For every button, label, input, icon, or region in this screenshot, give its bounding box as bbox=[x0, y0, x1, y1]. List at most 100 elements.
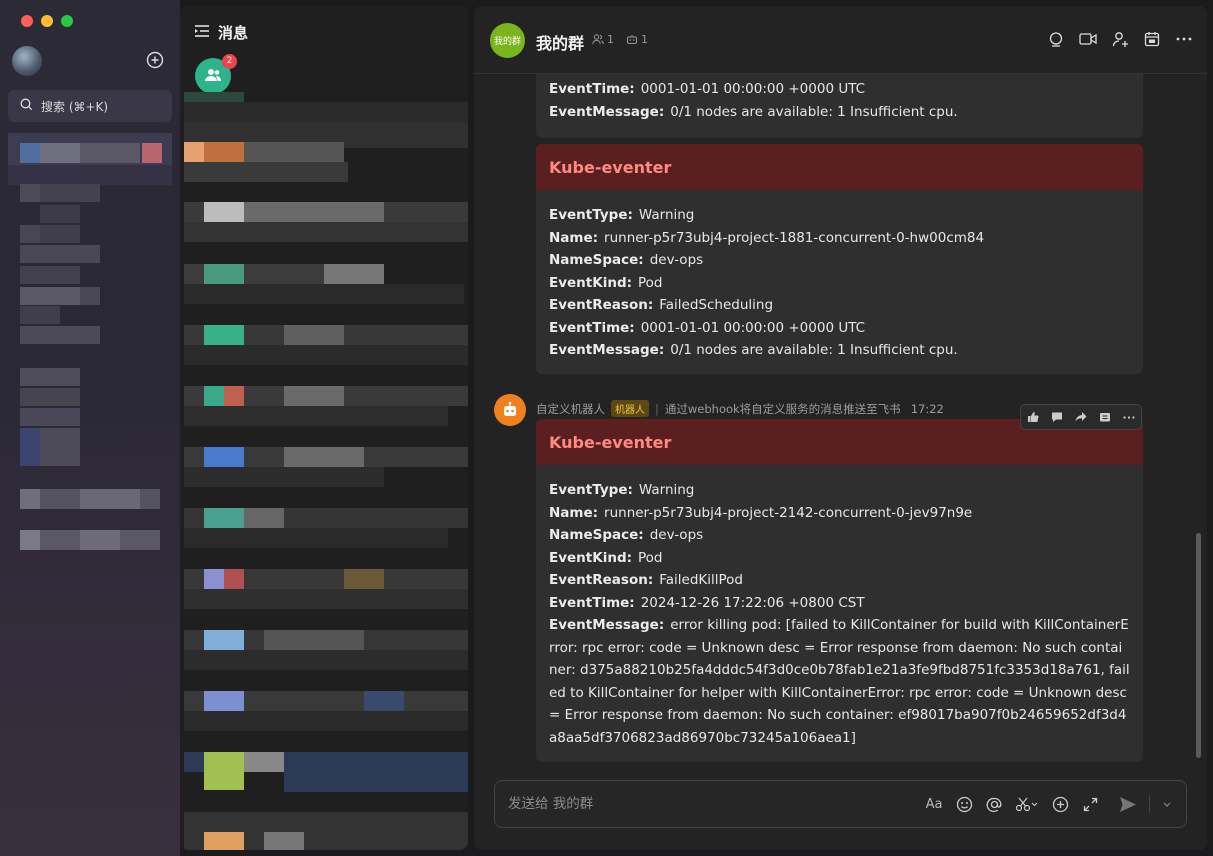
blurred-block bbox=[20, 408, 80, 426]
chat-header-tools bbox=[1047, 30, 1193, 48]
mention-icon[interactable] bbox=[985, 795, 1003, 813]
blurred-block bbox=[284, 386, 344, 406]
add-attachment-icon[interactable] bbox=[1051, 795, 1069, 813]
blurred-block bbox=[20, 184, 40, 202]
blurred-conversations bbox=[180, 92, 468, 850]
blurred-block bbox=[20, 306, 60, 324]
divider bbox=[1149, 795, 1150, 813]
card-row: EventTime: 0001-01-01 00:00:00 +0000 UTC bbox=[549, 319, 866, 336]
blurred-block bbox=[184, 222, 468, 242]
bot-avatar[interactable] bbox=[494, 394, 526, 426]
message-card[interactable]: Kube-eventer EventType: Warning Name: runn… bbox=[536, 144, 1143, 374]
blurred-block bbox=[20, 326, 100, 344]
timeline-scrollbar[interactable] bbox=[1196, 533, 1201, 758]
card-row: NameSpace: dev-ops bbox=[549, 252, 704, 268]
card-row: Name: runner-p5r73ubj4-project-2142-concu… bbox=[549, 504, 973, 521]
card-row: EventMessage: 0/1 nodes are available: 1 … bbox=[549, 342, 958, 358]
group-filter-button[interactable]: 2 bbox=[195, 54, 237, 94]
card-row: EventReason: FailedScheduling bbox=[549, 297, 774, 313]
blurred-block bbox=[184, 528, 448, 548]
blurred-block bbox=[244, 142, 344, 162]
blurred-block bbox=[204, 832, 244, 850]
group-avatar[interactable]: 我的群 bbox=[490, 23, 525, 58]
blurred-block bbox=[284, 447, 364, 467]
sender-description: 通过webhook将自定义服务的消息推送至飞书 bbox=[664, 401, 901, 416]
message-input[interactable] bbox=[508, 796, 908, 812]
forward-icon[interactable] bbox=[1073, 409, 1089, 425]
text-format-icon[interactable]: Aa bbox=[925, 795, 943, 813]
blurred-block bbox=[20, 143, 40, 163]
chat-search-icon[interactable] bbox=[1047, 30, 1065, 48]
sender-name[interactable]: 自定义机器人 bbox=[536, 401, 605, 417]
bot-tag: 机器人 bbox=[611, 400, 649, 417]
blurred-block bbox=[184, 406, 448, 426]
card-body: EventType: Warning Name: runner-p5r73ubj4-… bbox=[536, 190, 1143, 372]
card-row: EventMessage: error killing pod: [failed … bbox=[549, 617, 1130, 746]
emoji-icon[interactable] bbox=[955, 795, 973, 813]
blurred-block bbox=[224, 569, 244, 589]
reply-icon[interactable] bbox=[1049, 409, 1065, 425]
blurred-block bbox=[184, 162, 348, 182]
bot-icon bbox=[627, 35, 637, 44]
more-options-icon[interactable] bbox=[1175, 30, 1193, 48]
blurred-block bbox=[80, 143, 140, 163]
blurred-block bbox=[184, 650, 468, 670]
blurred-block bbox=[184, 467, 384, 487]
chat-title[interactable]: 我的群 bbox=[536, 30, 584, 54]
message-card-partial: EventTime: 0001-01-01 00:00:00 +0000 UTC … bbox=[536, 74, 1143, 138]
blurred-block bbox=[20, 489, 40, 509]
card-row: EventReason: FailedKillPod bbox=[549, 572, 744, 588]
blurred-block bbox=[204, 202, 244, 222]
card-row: EventTime: 2024-12-26 17:22:06 +0800 CST bbox=[549, 594, 865, 611]
blurred-navigation bbox=[0, 0, 180, 856]
chat-header: 我的群 我的群 1 1 bbox=[474, 6, 1207, 74]
thumbs-up-icon[interactable] bbox=[1025, 409, 1041, 425]
video-call-icon[interactable] bbox=[1079, 30, 1097, 48]
chat-panel: 我的群 我的群 1 1 EventTime: 0001-01-01 00:00:0… bbox=[474, 6, 1207, 850]
send-icon[interactable] bbox=[1119, 795, 1137, 813]
card-title: Kube-eventer bbox=[536, 144, 1143, 190]
blurred-block bbox=[20, 245, 100, 263]
blurred-block bbox=[184, 345, 468, 365]
more-actions-icon[interactable] bbox=[1121, 409, 1137, 425]
blurred-block bbox=[20, 225, 40, 243]
add-member-icon[interactable] bbox=[1111, 30, 1129, 48]
blurred-block bbox=[224, 386, 244, 406]
collapse-list-icon[interactable] bbox=[194, 24, 210, 42]
message-card[interactable]: Kube-eventer EventType: Warning Name: runn… bbox=[536, 419, 1143, 762]
blurred-block bbox=[244, 508, 284, 528]
blurred-block bbox=[20, 368, 80, 386]
send-options-icon[interactable] bbox=[1162, 795, 1172, 813]
blurred-block bbox=[284, 772, 468, 792]
blurred-block bbox=[40, 184, 100, 202]
expand-editor-icon[interactable] bbox=[1081, 795, 1099, 813]
message-list-header: 消息 bbox=[194, 22, 248, 43]
blurred-block bbox=[324, 264, 384, 284]
blurred-block bbox=[204, 752, 244, 790]
message-composer: Aa bbox=[494, 780, 1187, 828]
conversation-list: 消息 2 bbox=[180, 6, 468, 850]
group-icon bbox=[204, 67, 222, 86]
member-count[interactable]: 1 bbox=[592, 33, 614, 46]
blurred-block bbox=[8, 165, 172, 185]
card-row: EventTime: 0001-01-01 00:00:00 +0000 UTC bbox=[549, 81, 866, 97]
screenshot-icon[interactable] bbox=[1015, 795, 1039, 813]
bot-count[interactable]: 1 bbox=[626, 33, 648, 46]
composer-tools: Aa bbox=[925, 795, 1172, 813]
blurred-block bbox=[20, 266, 80, 284]
chat-meta: 1 1 bbox=[592, 33, 648, 46]
message-timeline: EventTime: 0001-01-01 00:00:00 +0000 UTC … bbox=[474, 74, 1207, 774]
blurred-block bbox=[80, 489, 140, 509]
card-row: NameSpace: dev-ops bbox=[549, 527, 704, 543]
blurred-block bbox=[142, 143, 162, 163]
calendar-icon[interactable] bbox=[1143, 30, 1161, 48]
message-action-bar bbox=[1020, 404, 1142, 430]
blurred-block bbox=[40, 143, 80, 163]
blurred-block bbox=[184, 92, 244, 102]
blurred-block bbox=[80, 530, 120, 550]
pin-icon[interactable] bbox=[1097, 409, 1113, 425]
blurred-block bbox=[204, 142, 244, 162]
card-row: EventType: Warning bbox=[549, 207, 695, 223]
card-body: EventType: Warning Name: runner-p5r73ubj4-… bbox=[536, 465, 1143, 759]
unread-count-badge: 2 bbox=[222, 54, 237, 69]
